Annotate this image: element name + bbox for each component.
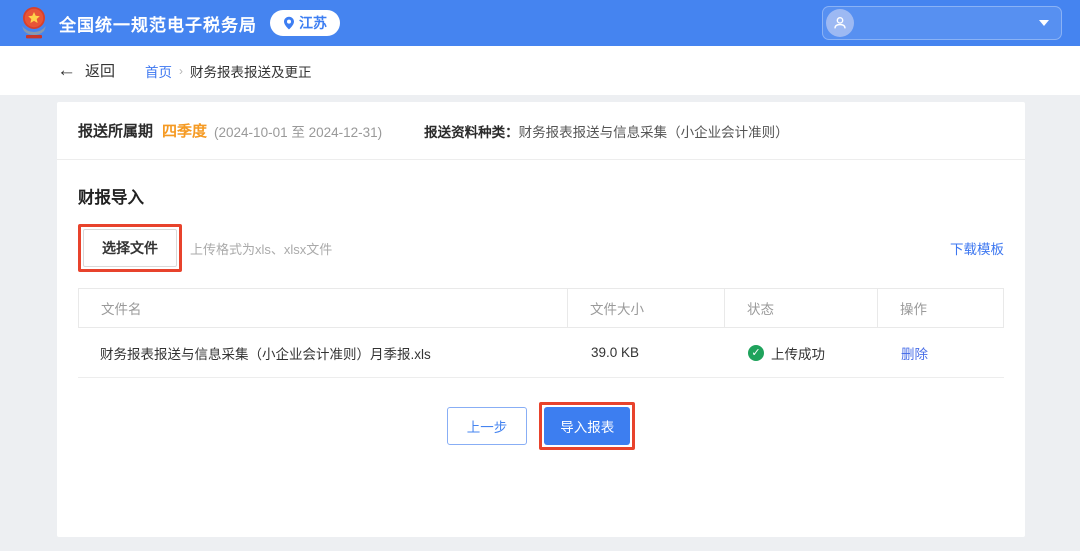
table-header-row: 文件名 文件大小 状态 操作 (78, 288, 1004, 328)
report-type-value: 财务报表报送与信息采集（小企业会计准则） (518, 124, 789, 140)
previous-step-button[interactable]: 上一步 (446, 407, 528, 445)
breadcrumb-current-page: 财务报表报送及更正 (190, 64, 312, 80)
period-value: 四季度 (162, 123, 208, 140)
location-badge[interactable]: 江苏 (270, 10, 340, 36)
user-avatar (826, 9, 854, 37)
choose-file-button[interactable]: 选择文件 (83, 229, 177, 267)
column-header-action: 操作 (900, 302, 927, 317)
section-title-import: 财报导入 (78, 189, 144, 207)
app-title: 全国统一规范电子税务局 (59, 15, 257, 35)
report-type-label: 报送资料种类： (424, 124, 519, 140)
status-text: 上传成功 (771, 346, 825, 362)
column-header-status: 状态 (725, 289, 878, 327)
main-card: 报送所属期 四季度 (2024-10-01 至 2024-12-31) 报送资料… (57, 102, 1025, 537)
app-header: 全国统一规范电子税务局 江苏 (0, 0, 1080, 46)
breadcrumb: 首页 › 财务报表报送及更正 (145, 61, 312, 81)
column-header-filesize: 文件大小 (568, 289, 725, 327)
success-check-icon: ✓ (748, 344, 764, 361)
period-label: 报送所属期 (78, 123, 154, 140)
period-date-range: (2024-10-01 至 2024-12-31) (214, 124, 383, 140)
file-action-cell: 删除 (879, 343, 1004, 363)
file-select-row: 选择文件 上传格式为xls、xlsx文件 下载模板 (78, 224, 1004, 272)
column-header-filename: 文件名 (79, 289, 568, 327)
person-icon (834, 17, 846, 29)
footer-button-row: 上一步 导入报表 (57, 402, 1025, 450)
annotation-highlight-import-button: 导入报表 (539, 402, 636, 450)
download-template-link[interactable]: 下载模板 (950, 238, 1004, 258)
location-pin-icon (284, 16, 294, 30)
file-name-cell: 财务报表报送与信息采集（小企业会计准则）月季报.xls (100, 346, 431, 362)
table-row: 财务报表报送与信息采集（小企业会计准则）月季报.xls 39.0 KB ✓ 上传… (78, 328, 1004, 378)
delete-file-link[interactable]: 删除 (901, 343, 928, 363)
annotation-highlight-choose-file: 选择文件 (78, 224, 182, 272)
file-size-cell: 39.0 KB (591, 345, 640, 360)
breadcrumb-home-link[interactable]: 首页 (145, 61, 172, 81)
uploaded-files-table: 文件名 文件大小 状态 操作 财务报表报送与信息采集（小企业会计准则）月季报.x… (78, 288, 1004, 378)
location-badge-label: 江苏 (299, 15, 327, 31)
period-info-bar: 报送所属期 四季度 (2024-10-01 至 2024-12-31) 报送资料… (57, 102, 1025, 160)
import-report-button[interactable]: 导入报表 (544, 407, 631, 445)
breadcrumb-bar: ← 返回 首页 › 财务报表报送及更正 (0, 46, 1080, 95)
back-arrow-icon[interactable]: ← (57, 61, 76, 80)
user-account-dropdown[interactable] (822, 6, 1062, 40)
chevron-down-icon (1039, 20, 1049, 26)
file-status-cell: ✓ 上传成功 (726, 343, 879, 363)
back-button[interactable]: 返回 (85, 60, 115, 81)
tax-bureau-emblem-logo (22, 7, 46, 39)
upload-format-hint: 上传格式为xls、xlsx文件 (190, 241, 333, 257)
breadcrumb-separator-icon: › (179, 63, 184, 78)
